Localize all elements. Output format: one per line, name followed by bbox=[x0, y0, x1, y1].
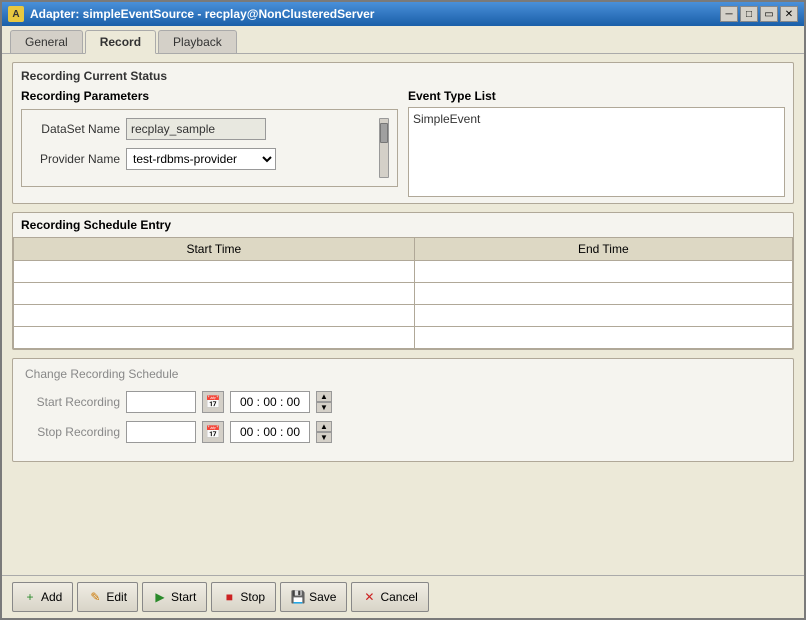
bottom-bar: + Add ✎ Edit ▶ Start ■ Stop 💾 Save ✕ Can… bbox=[2, 575, 804, 618]
start-cell bbox=[14, 327, 415, 349]
start-cell bbox=[14, 283, 415, 305]
add-icon: + bbox=[23, 590, 37, 604]
dataset-row: DataSet Name bbox=[30, 118, 377, 140]
col-end-time: End Time bbox=[414, 238, 792, 261]
maximize-button[interactable]: □ bbox=[740, 6, 758, 22]
event-type-col: Event Type List SimpleEvent bbox=[408, 89, 785, 197]
tab-record[interactable]: Record bbox=[85, 30, 156, 54]
table-row bbox=[14, 283, 793, 305]
save-button[interactable]: 💾 Save bbox=[280, 582, 347, 612]
table-row bbox=[14, 261, 793, 283]
title-bar: A Adapter: simpleEventSource - recplay@N… bbox=[2, 2, 804, 26]
stop-time-spinner: ▲ ▼ bbox=[316, 421, 332, 443]
table-row bbox=[14, 305, 793, 327]
stop-date-input[interactable] bbox=[126, 421, 196, 443]
start-recording-row: Start Recording 📅 ▲ ▼ bbox=[25, 391, 781, 413]
event-type-list: SimpleEvent bbox=[408, 107, 785, 197]
start-icon: ▶ bbox=[153, 590, 167, 604]
stop-time-input[interactable] bbox=[230, 421, 310, 443]
save-icon: 💾 bbox=[291, 590, 305, 604]
stop-time-down-button[interactable]: ▼ bbox=[316, 432, 332, 443]
end-cell bbox=[414, 283, 792, 305]
start-time-input[interactable] bbox=[230, 391, 310, 413]
start-calendar-button[interactable]: 📅 bbox=[202, 391, 224, 413]
dataset-input[interactable] bbox=[126, 118, 266, 140]
tab-bar: General Record Playback bbox=[2, 26, 804, 54]
schedule-table: Start Time End Time bbox=[13, 237, 793, 349]
start-date-input[interactable] bbox=[126, 391, 196, 413]
start-recording-label: Start Recording bbox=[25, 395, 120, 409]
event-type-item[interactable]: SimpleEvent bbox=[413, 112, 780, 126]
cancel-label: Cancel bbox=[380, 590, 417, 604]
params-scrollbar-thumb bbox=[380, 123, 388, 143]
start-cell bbox=[14, 305, 415, 327]
stop-label: Stop bbox=[240, 590, 265, 604]
params-inner: DataSet Name Provider Name test-rdbms-pr… bbox=[21, 109, 398, 187]
recording-parameters-title: Recording Parameters bbox=[21, 89, 398, 103]
end-cell bbox=[414, 305, 792, 327]
start-time-spinner: ▲ ▼ bbox=[316, 391, 332, 413]
window-title: Adapter: simpleEventSource - recplay@Non… bbox=[30, 7, 714, 21]
params-scrollbar[interactable] bbox=[379, 118, 389, 178]
change-schedule-section: Change Recording Schedule Start Recordin… bbox=[12, 358, 794, 462]
main-window: A Adapter: simpleEventSource - recplay@N… bbox=[0, 0, 806, 620]
title-bar-buttons: ─ □ ▭ ✕ bbox=[720, 6, 798, 22]
recording-status-section: Recording Current Status Recording Param… bbox=[12, 62, 794, 204]
restore-button[interactable]: ▭ bbox=[760, 6, 778, 22]
add-button[interactable]: + Add bbox=[12, 582, 73, 612]
main-content: Recording Current Status Recording Param… bbox=[2, 54, 804, 575]
start-time-down-button[interactable]: ▼ bbox=[316, 402, 332, 413]
provider-label: Provider Name bbox=[30, 152, 120, 166]
minimize-button[interactable]: ─ bbox=[720, 6, 738, 22]
event-type-title: Event Type List bbox=[408, 89, 785, 103]
status-columns: Recording Parameters DataSet Name Provid… bbox=[21, 89, 785, 197]
stop-calendar-button[interactable]: 📅 bbox=[202, 421, 224, 443]
tab-playback[interactable]: Playback bbox=[158, 30, 237, 53]
recording-status-title: Recording Current Status bbox=[21, 69, 785, 83]
start-time-up-button[interactable]: ▲ bbox=[316, 391, 332, 402]
end-cell bbox=[414, 261, 792, 283]
stop-recording-row: Stop Recording 📅 ▲ ▼ bbox=[25, 421, 781, 443]
end-cell bbox=[414, 327, 792, 349]
params-fields: DataSet Name Provider Name test-rdbms-pr… bbox=[30, 118, 377, 178]
stop-time-up-button[interactable]: ▲ bbox=[316, 421, 332, 432]
table-row bbox=[14, 327, 793, 349]
schedule-title: Recording Schedule Entry bbox=[13, 213, 793, 237]
add-label: Add bbox=[41, 590, 62, 604]
edit-label: Edit bbox=[106, 590, 127, 604]
start-button[interactable]: ▶ Start bbox=[142, 582, 207, 612]
tab-general[interactable]: General bbox=[10, 30, 83, 53]
save-label: Save bbox=[309, 590, 336, 604]
provider-dropdown-wrap: test-rdbms-provider bbox=[126, 148, 276, 170]
change-schedule-title: Change Recording Schedule bbox=[25, 367, 781, 381]
edit-icon: ✎ bbox=[88, 590, 102, 604]
stop-recording-label: Stop Recording bbox=[25, 425, 120, 439]
cancel-icon: ✕ bbox=[362, 590, 376, 604]
window-icon: A bbox=[8, 6, 24, 22]
provider-select[interactable]: test-rdbms-provider bbox=[126, 148, 276, 170]
recording-parameters-col: Recording Parameters DataSet Name Provid… bbox=[21, 89, 398, 197]
edit-button[interactable]: ✎ Edit bbox=[77, 582, 138, 612]
stop-icon: ■ bbox=[222, 590, 236, 604]
dataset-label: DataSet Name bbox=[30, 122, 120, 136]
col-start-time: Start Time bbox=[14, 238, 415, 261]
provider-row: Provider Name test-rdbms-provider bbox=[30, 148, 377, 170]
cancel-button[interactable]: ✕ Cancel bbox=[351, 582, 428, 612]
schedule-section: Recording Schedule Entry Start Time End … bbox=[12, 212, 794, 350]
start-cell bbox=[14, 261, 415, 283]
start-label: Start bbox=[171, 590, 196, 604]
close-button[interactable]: ✕ bbox=[780, 6, 798, 22]
stop-button[interactable]: ■ Stop bbox=[211, 582, 276, 612]
